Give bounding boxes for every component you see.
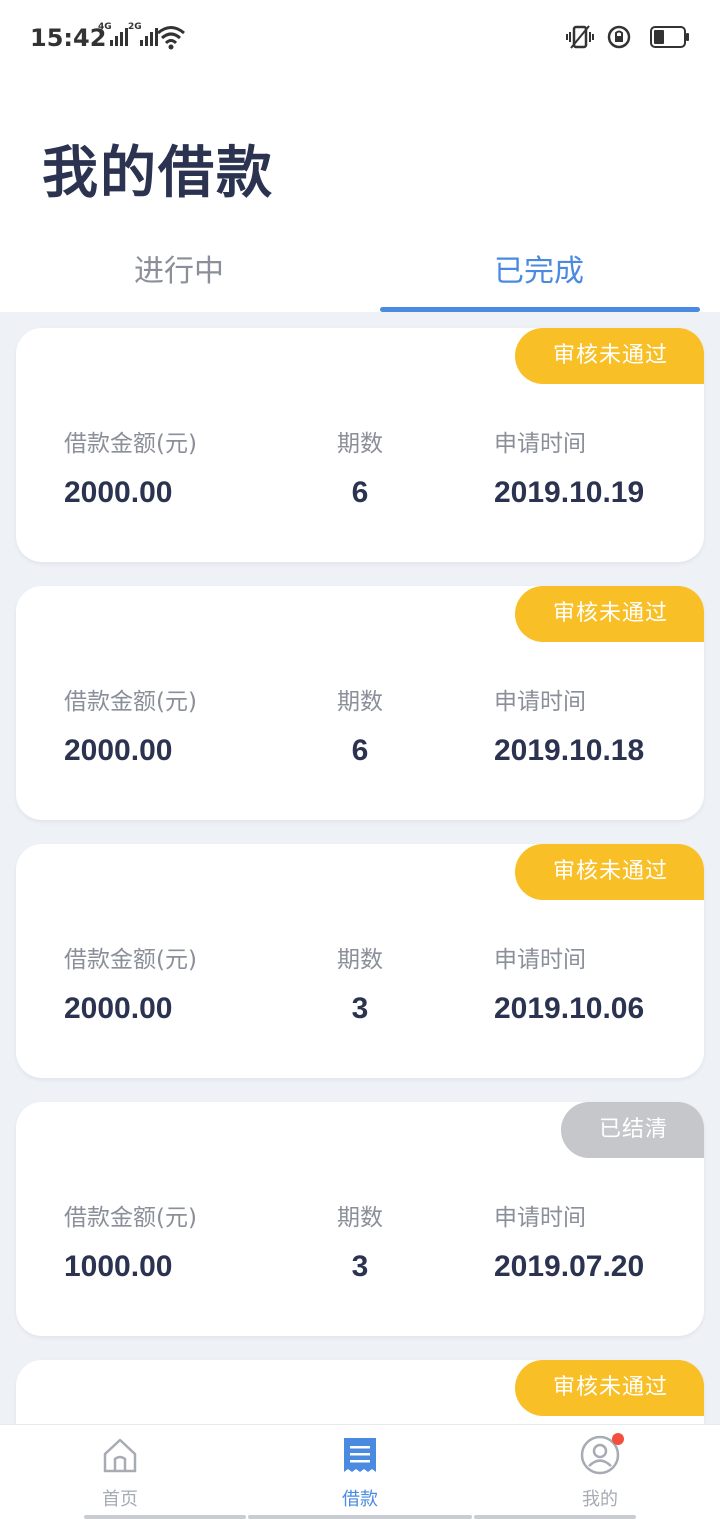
amount-label: 借款金额(元) [64,431,197,457]
loan-card[interactable]: 审核未通过 借款金额(元) 2000.00 期数 6 申请时间 2019.10.… [16,328,704,562]
periods-value: 6 [351,734,369,767]
amount-value: 2000.00 [64,476,173,509]
periods-column: 期数 3 [336,1198,384,1284]
amount-column: 借款金额(元) 2000.00 [64,940,197,1026]
status-time: 15:42 [30,24,107,52]
date-value: 2019.10.06 [494,992,645,1025]
status-badge: 已结清 [560,1102,704,1158]
periods-label: 期数 [337,947,383,973]
amount-column: 借款金额(元) 2000.00 [64,424,197,510]
loan-document-icon [344,1438,376,1472]
periods-label: 期数 [337,1205,383,1231]
periods-value: 3 [351,1250,369,1283]
status-badge: 审核未通过 [514,586,704,642]
date-label: 申请时间 [494,689,586,715]
periods-column: 期数 6 [336,682,384,768]
loan-card[interactable]: 审核未通过 借款金额(元) 2000.00 期数 3 申请时间 2019.10.… [16,844,704,1078]
amount-label: 借款金额(元) [64,1205,197,1231]
bottom-nav: 首页 借款 我的 [0,1424,720,1521]
amount-value: 2000.00 [64,992,173,1025]
periods-value: 3 [351,992,369,1025]
periods-label: 期数 [337,689,383,715]
date-value: 2019.07.20 [494,1250,645,1283]
date-column: 申请时间 2019.10.18 [494,682,644,768]
date-column: 申请时间 2019.10.06 [494,940,644,1026]
loan-card[interactable]: 审核未通过 [16,1360,704,1424]
date-value: 2019.10.18 [494,734,645,767]
battery-icon [650,26,689,48]
nav-home[interactable]: 首页 [60,1435,180,1511]
loan-card[interactable]: 已结清 借款金额(元) 1000.00 期数 3 申请时间 2019.07.20 [16,1102,704,1336]
status-badge: 审核未通过 [514,328,704,384]
status-bar: 15:42 4G 2G [0,0,720,76]
periods-value: 6 [351,476,369,509]
tab-ongoing[interactable]: 进行中 [134,246,224,290]
nav-mine[interactable]: 我的 [540,1433,660,1511]
date-label: 申请时间 [494,947,586,973]
nav-loan-label: 借款 [342,1489,378,1510]
vibrate-icon [566,25,594,49]
status-badge: 审核未通过 [514,1360,704,1416]
date-value: 2019.10.19 [494,476,645,509]
amount-column: 借款金额(元) 1000.00 [64,1198,197,1284]
rotation-lock-icon [607,25,631,49]
wifi-icon [157,26,185,50]
nav-indicator-left [84,1515,246,1519]
amount-label: 借款金额(元) [64,689,197,715]
loan-list[interactable]: 审核未通过 借款金额(元) 2000.00 期数 6 申请时间 2019.10.… [0,312,720,1424]
nav-mine-label: 我的 [582,1489,618,1510]
amount-value: 2000.00 [64,734,173,767]
periods-label: 期数 [337,431,383,457]
home-icon [103,1438,137,1473]
periods-column: 期数 3 [336,940,384,1026]
nav-indicator-center [248,1515,472,1519]
nav-home-label: 首页 [102,1489,138,1510]
date-column: 申请时间 2019.10.19 [494,424,644,510]
nav-loan[interactable]: 借款 [300,1435,420,1511]
date-column: 申请时间 2019.07.20 [494,1198,644,1284]
nav-indicator-right [474,1515,636,1519]
tab-bar: 进行中 已完成 [0,230,720,312]
date-label: 申请时间 [494,1205,586,1231]
status-badge: 审核未通过 [514,844,704,900]
loan-card[interactable]: 审核未通过 借款金额(元) 2000.00 期数 6 申请时间 2019.10.… [16,586,704,820]
tab-completed[interactable]: 已完成 [494,246,584,290]
notification-dot [612,1433,624,1445]
amount-label: 借款金额(元) [64,947,197,973]
amount-value: 1000.00 [64,1250,173,1283]
page-title: 我的借款 [42,141,274,206]
periods-column: 期数 6 [336,424,384,510]
date-label: 申请时间 [494,431,586,457]
amount-column: 借款金额(元) 2000.00 [64,682,197,768]
